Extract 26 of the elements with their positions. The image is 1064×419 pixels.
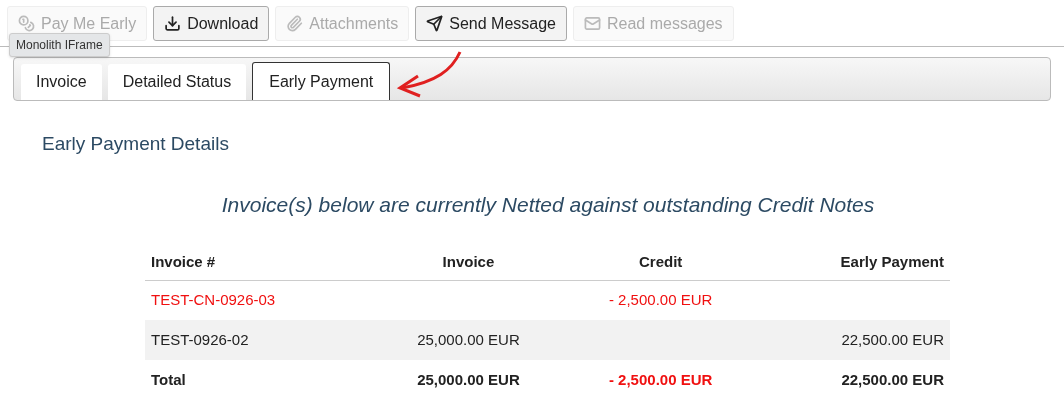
section-title: Early Payment Details: [42, 132, 230, 156]
coins-icon: [18, 15, 35, 32]
column-header: Invoice: [442, 252, 495, 270]
toolbar-button[interactable]: Send Message: [415, 6, 567, 41]
table-cell: TEST-CN-0926-03: [151, 291, 276, 308]
tooltip: Monolith IFrame: [9, 33, 110, 57]
tab[interactable]: Early Payment: [252, 62, 391, 100]
envelope-icon: [583, 15, 601, 32]
table-cell: 25,000.00 EUR: [417, 370, 520, 388]
table-cell: - 2,500.00 EUR: [608, 370, 713, 388]
table-cell: 25,000.00 EUR: [417, 330, 520, 348]
table-cell: - 2,500.00 EUR: [608, 291, 713, 308]
table-cell: Total: [151, 370, 186, 388]
table-cell: TEST-0926-02: [151, 330, 249, 348]
toolbar-button[interactable]: Download: [153, 6, 270, 41]
annotation-arrow: [396, 50, 463, 100]
paperclip-icon: [286, 15, 304, 32]
table-cell: 22,500.00 EUR: [841, 370, 944, 388]
tab[interactable]: Invoice: [21, 64, 102, 100]
notice-text: Invoice(s) below are currently Netted against outstanding Credit Notes: [220, 191, 876, 218]
column-header: Invoice #: [151, 252, 216, 270]
column-header: Early Payment: [840, 252, 944, 270]
download-icon: [164, 15, 182, 32]
column-header: Credit: [638, 252, 683, 270]
table-cell: 22,500.00 EUR: [841, 330, 944, 348]
tab[interactable]: Detailed Status: [107, 64, 247, 100]
